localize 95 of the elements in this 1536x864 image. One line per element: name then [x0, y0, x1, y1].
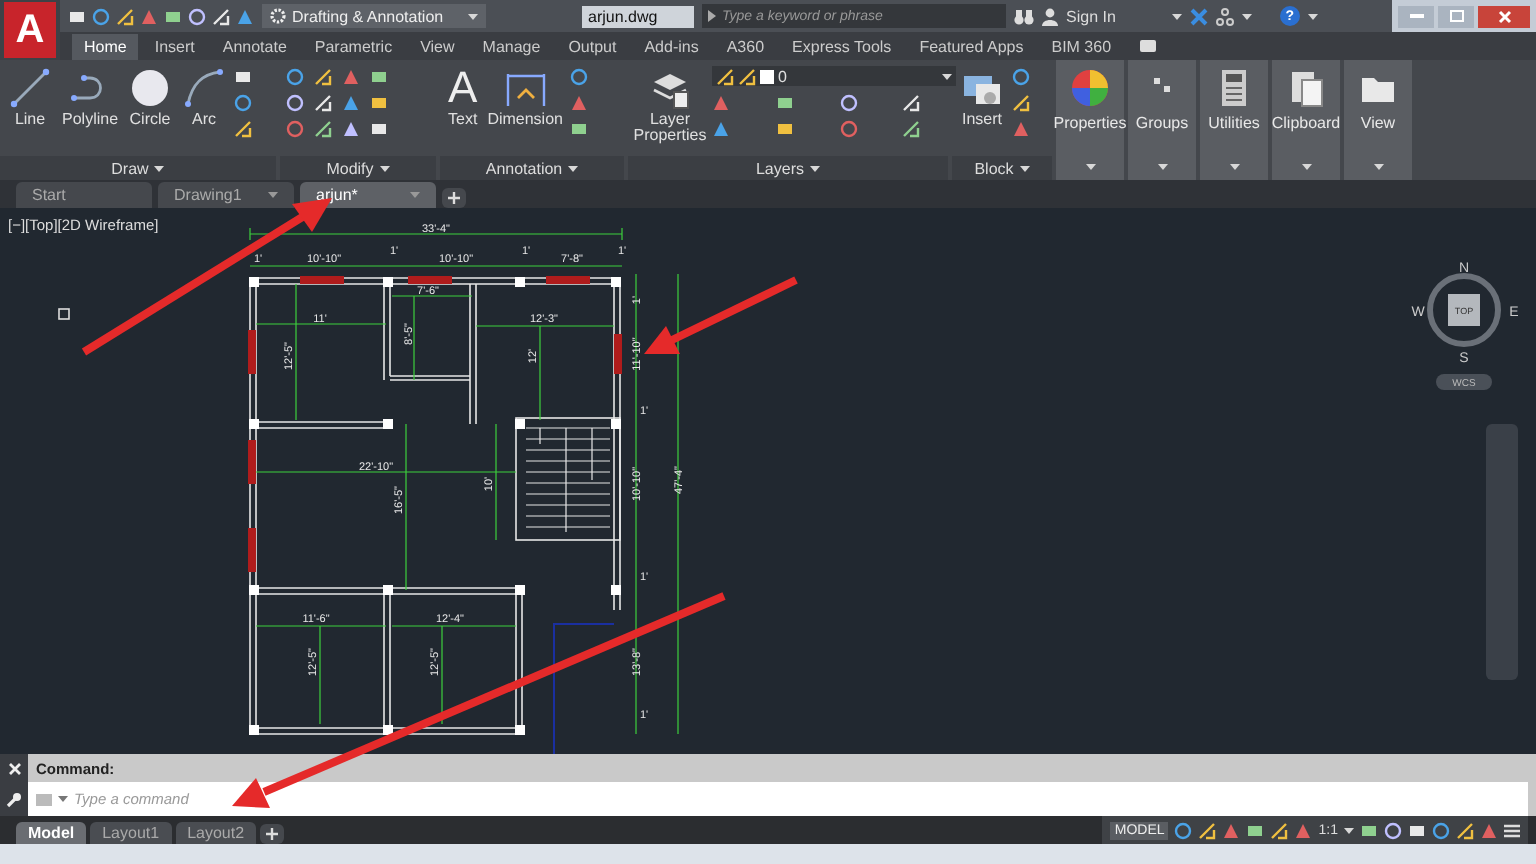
tool-icon[interactable]	[902, 120, 921, 138]
ribbon-tab[interactable]: Insert	[142, 34, 207, 60]
tool-button[interactable]: Polyline	[60, 66, 121, 129]
tool-button[interactable]: Dimension	[485, 66, 565, 129]
caret-icon[interactable]	[1241, 13, 1252, 19]
panel-button[interactable]: Clipboard	[1272, 60, 1340, 180]
close-icon[interactable]	[7, 762, 21, 776]
caret-icon[interactable]	[1229, 164, 1239, 170]
camera-icon[interactable]	[1139, 40, 1156, 52]
caret-icon[interactable]	[1307, 13, 1318, 19]
window-title: arjun.dwg	[582, 5, 694, 27]
tool-icon[interactable]	[1012, 94, 1030, 112]
document-tab[interactable]: Start	[16, 182, 152, 208]
panel-button[interactable]: Utilities	[1200, 60, 1268, 180]
tool-button[interactable]: Insert	[958, 66, 1006, 129]
panel-title[interactable]: Annotation	[440, 156, 624, 180]
ribbon-tab[interactable]: A360	[714, 34, 777, 60]
ribbon-tab[interactable]: Annotate	[210, 34, 299, 60]
minimize-icon	[1409, 14, 1423, 18]
new-tab-button[interactable]	[442, 188, 466, 208]
arrow-icon[interactable]	[708, 10, 716, 22]
caret-icon[interactable]	[1344, 827, 1354, 833]
tool-button[interactable]: Circle	[126, 66, 175, 129]
tool-icon[interactable]	[1012, 68, 1030, 86]
caret-icon[interactable]	[1301, 164, 1311, 170]
tool-icon[interactable]	[314, 68, 332, 86]
tool-icon[interactable]	[738, 67, 756, 85]
panel-title[interactable]: Draw	[0, 156, 276, 180]
boundary-line	[553, 623, 615, 754]
layout-tab[interactable]: Layout2	[175, 822, 257, 844]
ribbon-tab[interactable]: Parametric	[302, 34, 405, 60]
wrench-icon[interactable]	[6, 792, 22, 808]
caret-icon[interactable]	[468, 13, 478, 19]
ribbon-tab[interactable]: Express Tools	[780, 34, 904, 60]
tool-icon[interactable]	[1456, 821, 1474, 839]
caret-icon[interactable]	[810, 165, 820, 171]
layout-tab[interactable]: Layout1	[90, 822, 172, 844]
layer-dropdown[interactable]: 0	[712, 66, 956, 86]
caret-icon[interactable]	[942, 73, 952, 79]
user-icon[interactable]	[1042, 7, 1058, 25]
ribbon-tab[interactable]: Output	[556, 34, 629, 60]
panel-title[interactable]: Layers	[628, 156, 948, 180]
tool-button[interactable]: Line	[6, 66, 54, 129]
viewcube[interactable]	[1427, 273, 1501, 347]
ribbon-tab[interactable]: BIM 360	[1039, 34, 1124, 60]
gear-icon	[270, 8, 286, 24]
tool-icon[interactable]	[116, 7, 134, 25]
line-icon[interactable]	[8, 66, 52, 110]
panel-button[interactable]: Properties	[1056, 60, 1124, 180]
menu-icon[interactable]	[1504, 823, 1520, 837]
tool-button[interactable]: Arc	[180, 66, 229, 129]
tool-icon[interactable]	[314, 120, 332, 138]
ribbon-tab[interactable]: Manage	[470, 34, 553, 60]
app-logo[interactable]: A	[4, 2, 56, 58]
ribbon-tab[interactable]: View	[408, 34, 467, 60]
color-wheel-icon[interactable]	[1068, 66, 1112, 110]
sign-in-link[interactable]: Sign In	[1066, 7, 1116, 25]
cursor-icon	[58, 308, 70, 320]
new-layout-button[interactable]	[260, 824, 285, 844]
document-tab[interactable]: arjun*	[300, 182, 436, 208]
tool-icon[interactable]	[716, 67, 734, 85]
arc-icon[interactable]	[182, 66, 227, 110]
caret-icon[interactable]	[58, 796, 68, 802]
caret-icon[interactable]	[379, 165, 390, 171]
workspace-dropdown[interactable]: Drafting & Annotation	[262, 4, 486, 28]
panel-title[interactable]: Modify	[280, 156, 436, 180]
close-button[interactable]	[1478, 5, 1530, 27]
caret-icon[interactable]	[1157, 164, 1167, 170]
layout-tab[interactable]: Model	[16, 822, 87, 844]
text-icon[interactable]: A	[448, 66, 478, 110]
panel-button[interactable]: Groups	[1128, 60, 1196, 180]
panel-button[interactable]: View	[1344, 60, 1412, 180]
tool-button[interactable]: Layer Properties	[634, 66, 706, 146]
circle-icon[interactable]	[128, 66, 173, 110]
ribbon-tab[interactable]: Add-ins	[632, 34, 711, 60]
tool-icon[interactable]	[1174, 821, 1193, 839]
tool-icon[interactable]	[1270, 821, 1289, 839]
document-tab[interactable]: Drawing1	[158, 182, 294, 208]
close-icon	[1497, 9, 1511, 23]
caret-icon[interactable]	[1019, 165, 1030, 171]
panel-title[interactable]: Block	[952, 156, 1052, 180]
maximize-icon	[1449, 10, 1463, 22]
caret-icon[interactable]	[568, 165, 579, 171]
ucs-menu[interactable]	[1436, 374, 1492, 390]
caret-icon[interactable]	[154, 165, 165, 171]
tool-button[interactable]: A Text	[446, 66, 480, 129]
caret-icon[interactable]	[1171, 13, 1182, 19]
tool-icon[interactable]	[1198, 821, 1217, 839]
caret-icon[interactable]	[1373, 164, 1383, 170]
ribbon-tab[interactable]: Home	[72, 34, 139, 60]
network-icon[interactable]	[1215, 7, 1234, 25]
ribbon-tab[interactable]: Featured Apps	[907, 34, 1036, 60]
tool-icon[interactable]	[234, 120, 253, 138]
binoculars-icon[interactable]	[1014, 7, 1034, 25]
caret-icon[interactable]	[1085, 164, 1095, 170]
